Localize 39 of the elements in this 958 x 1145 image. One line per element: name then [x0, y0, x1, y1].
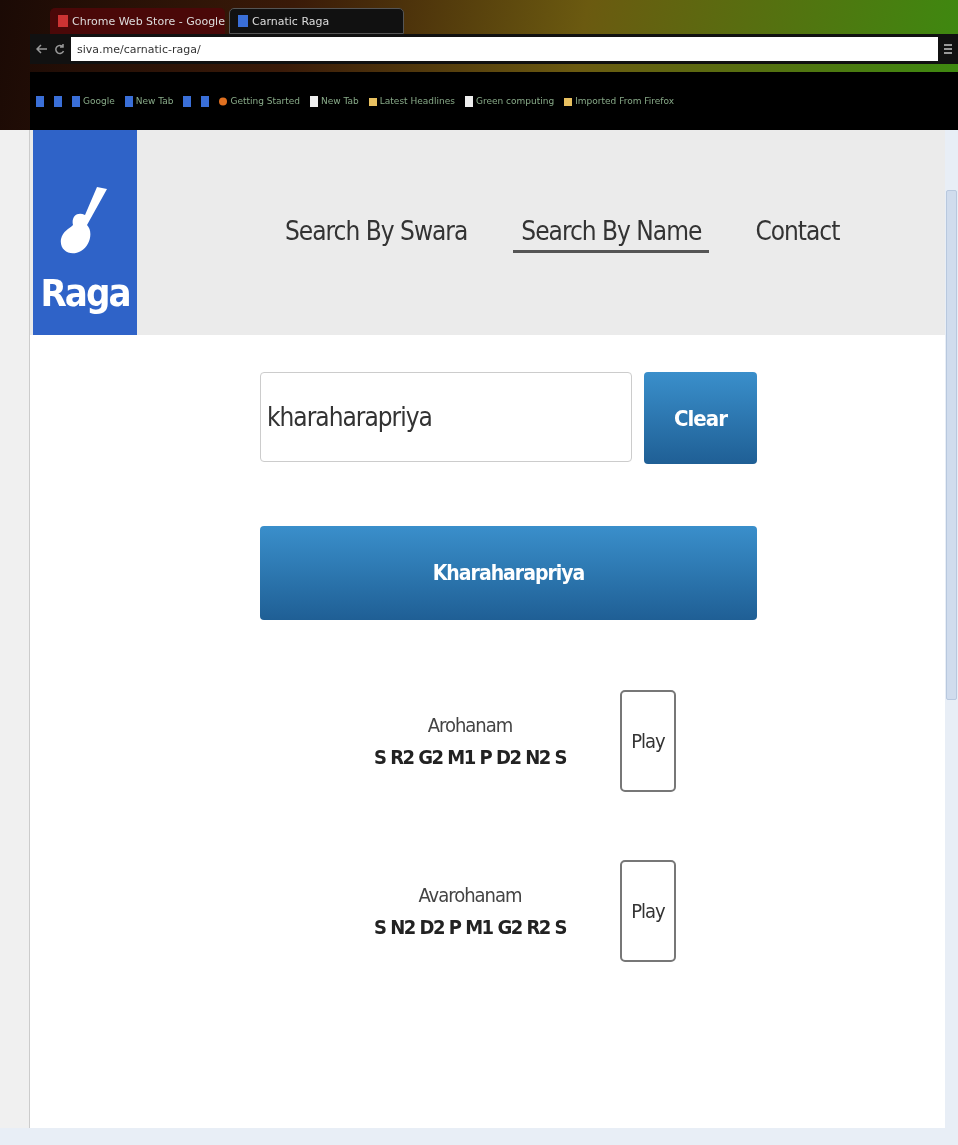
page-icon [201, 95, 210, 107]
page-icon [36, 95, 44, 107]
horizontal-scrollbar[interactable] [0, 1128, 958, 1145]
menu-icon[interactable] [944, 43, 952, 55]
search-field[interactable]: kharaharapriya [260, 372, 632, 462]
nav-link[interactable]: Contact [747, 212, 848, 253]
raga-result-button[interactable]: Kharaharapriya [260, 526, 757, 620]
vertical-scrollbar[interactable] [945, 130, 958, 1128]
scale-notes: S N2 D2 P M1 G2 R2 S [373, 915, 567, 939]
page-icon [54, 95, 62, 107]
scale-title: Arohanam [427, 713, 513, 737]
bookmark[interactable]: Getting Started [230, 96, 301, 106]
address-bar[interactable]: siva.me/carnatic-raga/ [71, 37, 938, 61]
scale-title: Avarohanam [418, 883, 522, 907]
logo[interactable]: Raga [33, 130, 137, 335]
bookmark[interactable]: Green computing [475, 96, 555, 106]
folder-icon [564, 95, 573, 107]
scale-notes: S R2 G2 M1 P D2 N2 S [373, 745, 567, 769]
nav-link[interactable]: Search By Name [513, 212, 710, 253]
bookmark[interactable]: Imported From Firefox [575, 96, 675, 106]
play-button[interactable]: Play [620, 690, 676, 792]
page-icon [124, 95, 133, 107]
document-icon [310, 95, 319, 107]
nav-link[interactable]: Search By Swara [277, 212, 476, 253]
document-icon [464, 95, 473, 107]
bookmark[interactable]: Google [83, 96, 115, 106]
page-icon [183, 95, 192, 107]
clear-button[interactable]: Clear [644, 372, 757, 464]
folder-icon [368, 95, 377, 107]
browser-tab[interactable]: Carnatic Raga [229, 8, 404, 34]
bookmark[interactable]: New Tab [135, 96, 174, 106]
globe-icon [219, 95, 228, 107]
bookmark[interactable]: New Tab [321, 96, 359, 106]
page-icon [72, 95, 80, 107]
browser-tab[interactable]: Chrome Web Store - Google [50, 8, 225, 34]
play-button[interactable]: Play [620, 860, 676, 962]
back-icon[interactable] [36, 44, 48, 54]
reload-icon[interactable] [54, 43, 65, 55]
bookmark[interactable]: Latest Headlines [379, 96, 455, 106]
